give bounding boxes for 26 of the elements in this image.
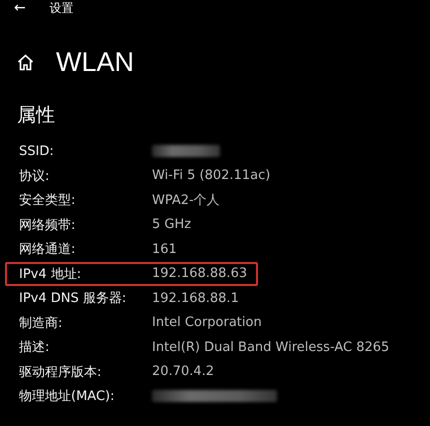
home-icon[interactable] xyxy=(17,54,34,70)
property-label: 制造商: xyxy=(19,314,64,332)
property-value: 161 xyxy=(152,242,178,257)
property-value: 192.168.88.63 xyxy=(152,266,248,282)
property-label: 物理地址(MAC): xyxy=(19,388,116,406)
property-value: 5 GHz xyxy=(152,217,192,232)
back-button[interactable]: ← xyxy=(10,0,30,16)
app-title: 设置 xyxy=(50,0,74,16)
page-title: WLAN xyxy=(56,46,134,78)
property-label: 网络频带: xyxy=(19,216,76,234)
property-label: IPv4 地址: xyxy=(19,266,82,283)
blurred-value xyxy=(152,145,220,158)
property-label: 驱动程序版本: xyxy=(19,364,102,381)
property-value: 192.168.88.1 xyxy=(152,290,240,306)
property-label: 协议: xyxy=(19,168,50,185)
property-value: Intel Corporation xyxy=(152,315,262,330)
property-value: Intel(R) Dual Band Wireless-AC 8265 xyxy=(152,340,390,355)
property-value: WPA2-个人 xyxy=(152,192,221,210)
property-label: IPv4 DNS 服务器: xyxy=(19,290,128,308)
property-label: 网络通道: xyxy=(19,241,76,258)
section-heading: 属性 xyxy=(17,103,55,128)
property-label: 安全类型: xyxy=(19,192,76,210)
property-label: 描述: xyxy=(19,339,50,356)
property-label: SSID: xyxy=(19,144,55,159)
property-value: 20.70.4.2 xyxy=(152,364,216,380)
property-value: Wi-Fi 5 (802.11ac) xyxy=(152,168,270,184)
